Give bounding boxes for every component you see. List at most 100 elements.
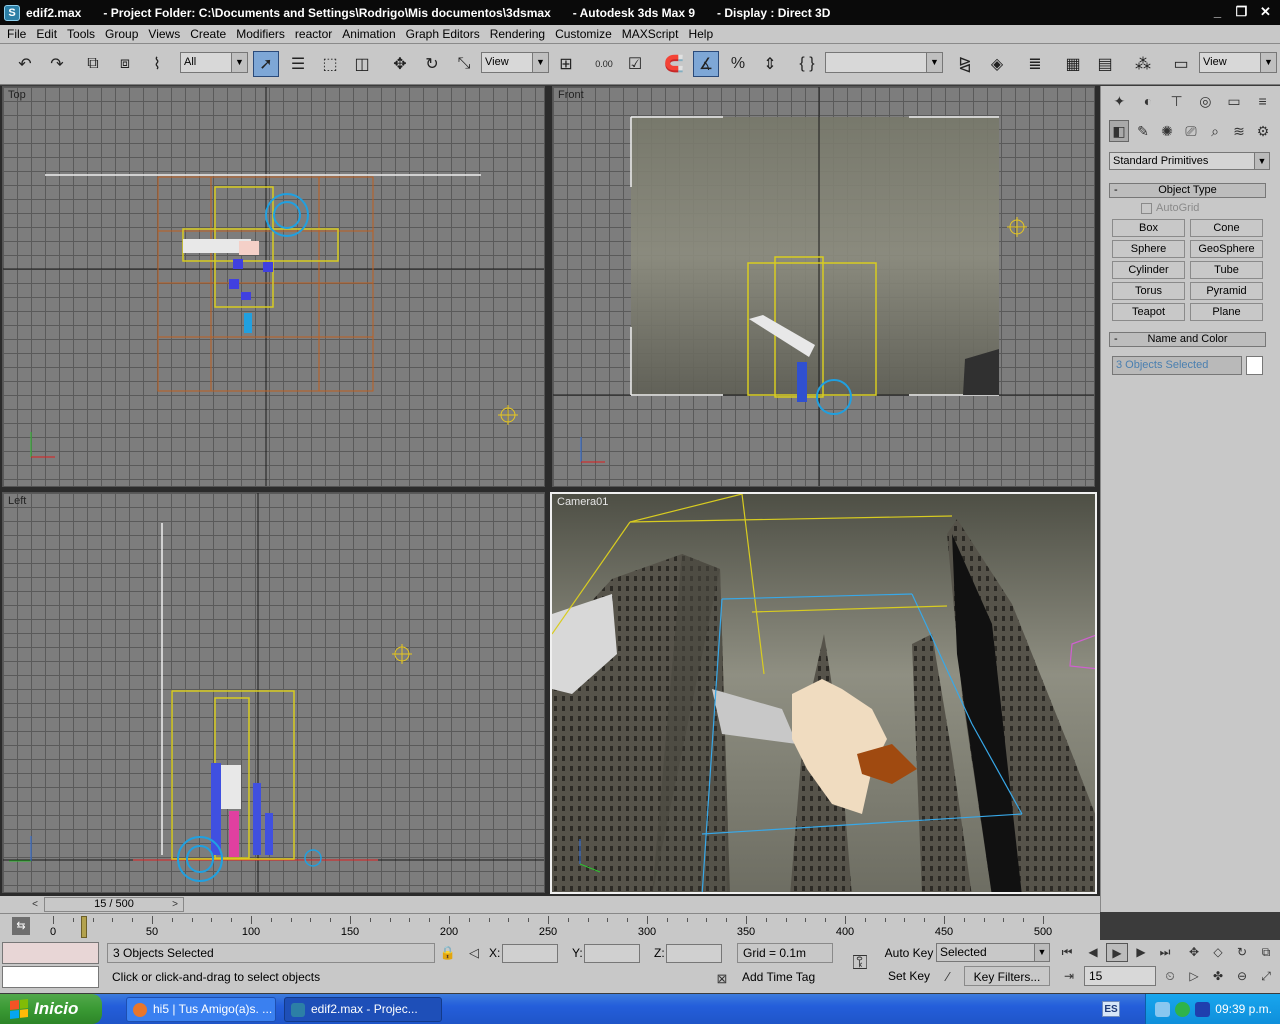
mini-curve-editor-icon[interactable]: ⇆ bbox=[12, 917, 30, 935]
menu-customize[interactable]: Customize bbox=[550, 27, 617, 41]
dolly-camera-icon[interactable]: ▷ bbox=[1183, 967, 1205, 986]
current-frame-field[interactable]: 15 bbox=[1084, 966, 1156, 986]
helpers-icon[interactable]: ⌕ bbox=[1205, 120, 1225, 142]
tube-button[interactable]: Tube bbox=[1190, 261, 1263, 279]
select-and-move-icon[interactable]: ✥ bbox=[387, 51, 413, 77]
viewport-left[interactable]: Left bbox=[2, 492, 545, 893]
snaps-toggle-icon[interactable]: 🧲 bbox=[661, 51, 687, 77]
shapes-icon[interactable]: ✎ bbox=[1133, 120, 1153, 142]
min-max-toggle-icon[interactable]: ⤢ bbox=[1255, 967, 1277, 986]
start-button[interactable]: Inicio bbox=[0, 994, 102, 1024]
name-and-color-rollout-header[interactable]: - Name and Color bbox=[1109, 332, 1266, 347]
object-color-swatch[interactable] bbox=[1246, 356, 1263, 375]
viewport-label-front[interactable]: Front bbox=[558, 89, 584, 101]
object-name-field[interactable]: 3 Objects Selected bbox=[1112, 356, 1242, 375]
language-indicator[interactable]: ES bbox=[1102, 1001, 1120, 1017]
auto-key-button[interactable]: Auto Key bbox=[884, 943, 934, 963]
spinner-snap-icon[interactable]: ⇕ bbox=[757, 51, 783, 77]
cone-button[interactable]: Cone bbox=[1190, 219, 1263, 237]
rectangular-selection-icon[interactable]: ⬚ bbox=[317, 51, 343, 77]
reference-coordinate-dropdown[interactable]: View ▼ bbox=[481, 52, 549, 73]
select-and-link-icon[interactable]: ⧉ bbox=[80, 51, 106, 77]
viewport-label-left[interactable]: Left bbox=[8, 495, 26, 507]
cameras-icon[interactable]: ⎚ bbox=[1181, 120, 1201, 142]
minimize-button[interactable]: _ bbox=[1207, 3, 1228, 22]
default-in-out-tangents-icon[interactable]: ⁄ bbox=[938, 968, 958, 986]
plane-button[interactable]: Plane bbox=[1190, 303, 1263, 321]
motion-tab-icon[interactable]: ◎ bbox=[1193, 90, 1217, 112]
object-type-rollout-header[interactable]: - Object Type bbox=[1109, 183, 1266, 198]
menu-modifiers[interactable]: Modifiers bbox=[231, 27, 290, 41]
hierarchy-tab-icon[interactable]: ⊤ bbox=[1165, 90, 1189, 112]
viewport-front[interactable]: Front bbox=[552, 86, 1095, 487]
percent-snap-icon[interactable]: % bbox=[725, 51, 751, 77]
sd-card-icon[interactable] bbox=[1195, 1001, 1211, 1017]
menu-edit[interactable]: Edit bbox=[31, 27, 62, 41]
undo-icon[interactable]: ↶ bbox=[12, 51, 38, 77]
task-firefox-hi5[interactable]: hi5 | Tus Amigo(a)s. ... bbox=[126, 997, 276, 1022]
select-and-scale-icon[interactable]: ⤡ bbox=[451, 51, 477, 77]
network-icon[interactable] bbox=[1155, 1001, 1171, 1017]
viewport-camera01[interactable]: Camera01 bbox=[550, 492, 1097, 894]
select-and-manipulate-icon[interactable]: 0.00 bbox=[591, 51, 617, 77]
trackbar[interactable]: ⇆ 0 50 100 150 200 250 300 350 400 450 500 bbox=[0, 913, 1100, 940]
display-tab-icon[interactable]: ▭ bbox=[1222, 90, 1246, 112]
keyboard-shortcut-override-icon[interactable]: ☑ bbox=[622, 51, 648, 77]
x-coordinate-field[interactable] bbox=[502, 944, 558, 963]
viewport-label-camera01[interactable]: Camera01 bbox=[557, 496, 608, 508]
menu-maxscript[interactable]: MAXScript bbox=[617, 27, 684, 41]
menu-help[interactable]: Help bbox=[683, 27, 718, 41]
layer-manager-icon[interactable]: ≣ bbox=[1022, 51, 1048, 77]
select-and-rotate-icon[interactable]: ↻ bbox=[419, 51, 445, 77]
lights-icon[interactable]: ✺ bbox=[1157, 120, 1177, 142]
key-mode-dropdown[interactable]: Selected ▼ bbox=[936, 943, 1050, 962]
trackbar-current-frame-marker[interactable] bbox=[81, 916, 87, 938]
geometry-icon[interactable]: ◧ bbox=[1109, 120, 1129, 142]
close-button[interactable]: ✕ bbox=[1255, 3, 1276, 22]
primitive-category-dropdown[interactable]: Standard Primitives ▼ bbox=[1109, 152, 1270, 170]
roll-camera-icon[interactable]: ⊖ bbox=[1231, 967, 1253, 986]
mirror-icon[interactable]: ⧎ bbox=[952, 51, 978, 77]
time-slider-next-button[interactable]: > bbox=[168, 897, 182, 912]
box-button[interactable]: Box bbox=[1112, 219, 1185, 237]
truck-camera-icon[interactable]: ✤ bbox=[1207, 967, 1229, 986]
clock[interactable]: 09:39 p.m. bbox=[1215, 1002, 1272, 1016]
play-icon[interactable]: ▶ bbox=[1106, 943, 1128, 962]
menu-file[interactable]: File bbox=[2, 27, 31, 41]
edit-named-selection-icon[interactable]: { } bbox=[794, 51, 820, 77]
render-setup-icon[interactable]: ▭ bbox=[1168, 51, 1194, 77]
maxscript-listener-mini-output[interactable] bbox=[2, 966, 99, 988]
material-editor-icon[interactable]: ⁂ bbox=[1130, 51, 1156, 77]
previous-frame-icon[interactable]: ◀ bbox=[1082, 943, 1104, 962]
time-configuration-icon[interactable]: ⏲ bbox=[1159, 967, 1181, 986]
systems-icon[interactable]: ⚙ bbox=[1253, 120, 1273, 142]
create-tab-icon[interactable]: ✦ bbox=[1107, 90, 1131, 112]
menu-group[interactable]: Group bbox=[100, 27, 143, 41]
curve-editor-icon[interactable]: ▦ bbox=[1060, 51, 1086, 77]
cylinder-button[interactable]: Cylinder bbox=[1112, 261, 1185, 279]
orbit-camera-icon[interactable]: ↻ bbox=[1231, 943, 1253, 962]
named-selection-dropdown[interactable]: ▼ bbox=[825, 52, 943, 73]
field-of-view-icon[interactable]: ◇ bbox=[1207, 943, 1229, 962]
modify-tab-icon[interactable]: ◐ bbox=[1136, 90, 1160, 112]
maxscript-listener-mini[interactable] bbox=[2, 942, 99, 964]
selection-filter-dropdown[interactable]: All ▼ bbox=[180, 52, 248, 73]
set-key-icon[interactable]: ⚿ bbox=[846, 953, 874, 973]
autogrid-checkbox[interactable]: AutoGrid bbox=[1141, 202, 1199, 214]
menu-reactor[interactable]: reactor bbox=[290, 27, 337, 41]
torus-button[interactable]: Torus bbox=[1112, 282, 1185, 300]
next-frame-icon[interactable]: ▶ bbox=[1130, 943, 1152, 962]
bind-space-warp-icon[interactable]: ⌇ bbox=[144, 51, 170, 77]
unlink-icon[interactable]: ⧈ bbox=[112, 51, 138, 77]
go-to-start-icon[interactable]: ⏮ bbox=[1056, 943, 1078, 962]
pyramid-button[interactable]: Pyramid bbox=[1190, 282, 1263, 300]
task-3dsmax[interactable]: edif2.max - Projec... bbox=[284, 997, 442, 1022]
go-to-end-icon[interactable]: ⏭ bbox=[1154, 943, 1176, 962]
select-object-icon[interactable]: ➚ bbox=[253, 51, 279, 77]
menu-views[interactable]: Views bbox=[143, 27, 185, 41]
pan-icon[interactable]: ✥ bbox=[1183, 943, 1205, 962]
redo-icon[interactable]: ↷ bbox=[44, 51, 70, 77]
key-mode-toggle-icon[interactable]: ⇥ bbox=[1058, 967, 1080, 986]
time-tag-icon[interactable]: ⊠ bbox=[712, 970, 732, 988]
render-type-dropdown[interactable]: View ▼ bbox=[1199, 52, 1277, 73]
